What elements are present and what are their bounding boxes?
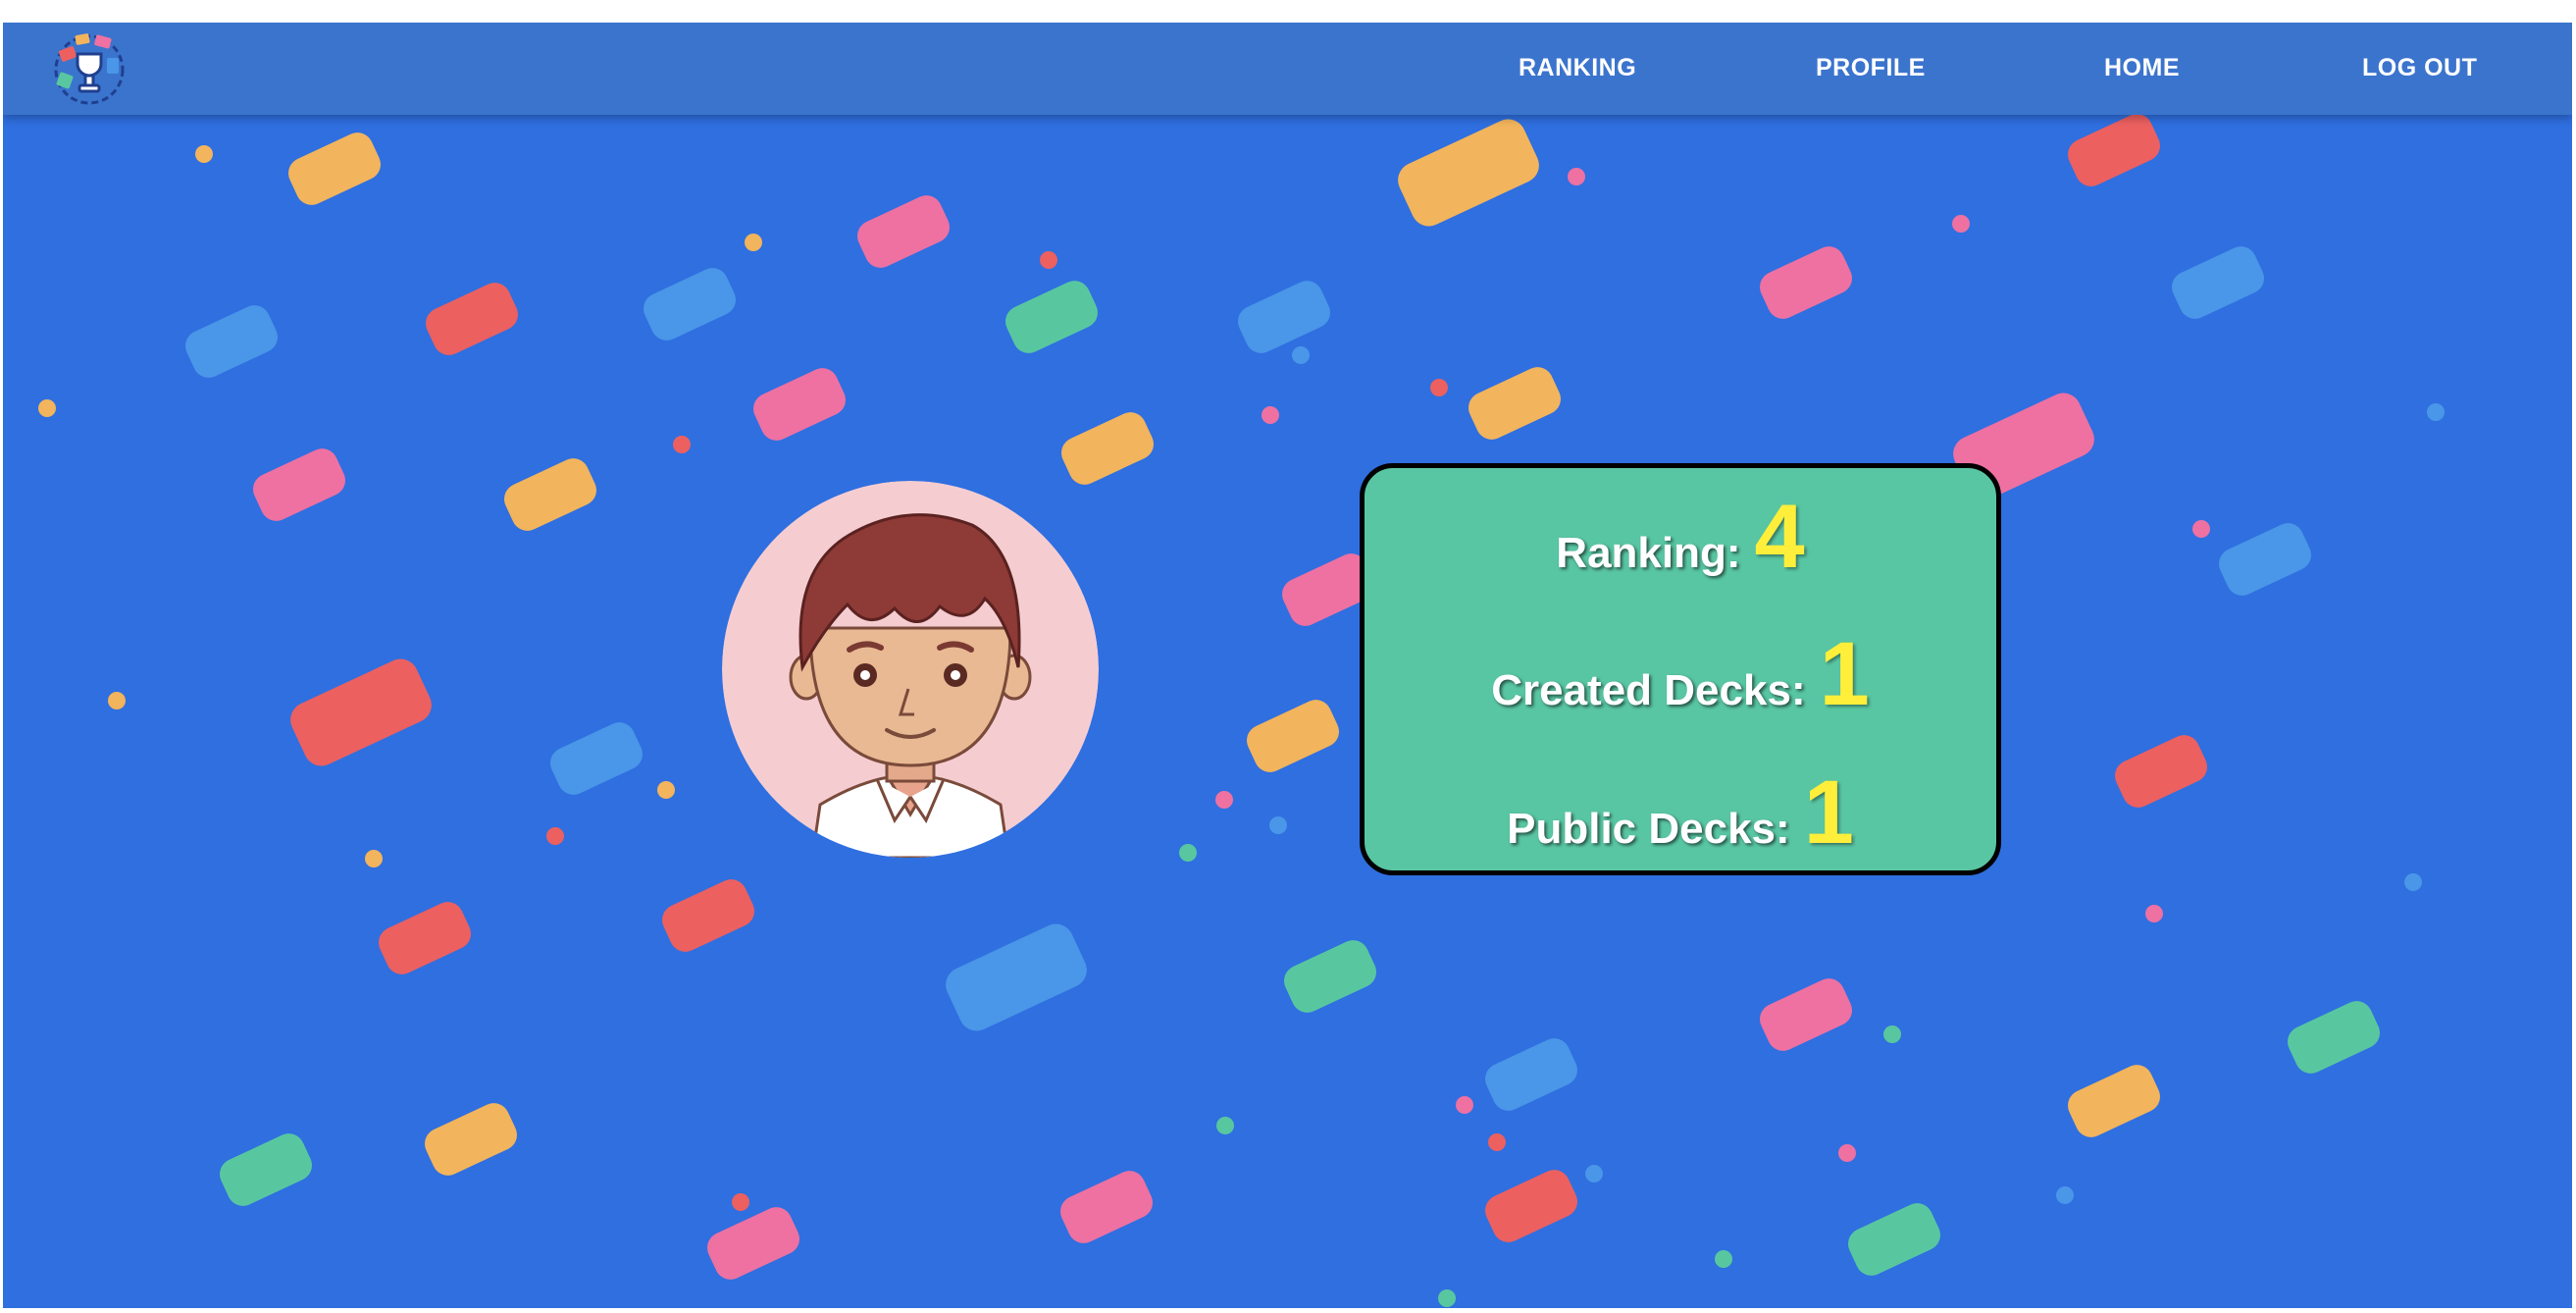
top-navbar: RANKING PROFILE HOME LOG OUT: [3, 23, 2572, 115]
created-decks-label: Created Decks:: [1491, 666, 1806, 714]
page-frame: RANKING PROFILE HOME LOG OUT Ranking: 4 …: [3, 23, 2572, 1308]
public-decks-value: 1: [1803, 762, 1854, 863]
trophy-cards-logo-icon[interactable]: [48, 28, 130, 109]
confetti-background: [38, 114, 2445, 1307]
boy-avatar-icon: [722, 481, 1099, 858]
nav-link-profile[interactable]: PROFILE: [1816, 54, 1926, 82]
nav-link-home[interactable]: HOME: [2104, 54, 2180, 82]
created-decks-stat: Created Decks: 1: [1365, 623, 1996, 726]
ranking-stat: Ranking: 4: [1365, 486, 1996, 589]
profile-stats-card: Ranking: 4 Created Decks: 1 Public Decks: 1: [1360, 463, 2001, 875]
created-decks-value: 1: [1819, 624, 1870, 724]
ranking-value: 4: [1754, 487, 1805, 587]
nav-link-logout[interactable]: LOG OUT: [2362, 54, 2477, 82]
nav-link-ranking[interactable]: RANKING: [1519, 54, 1636, 82]
public-decks-stat: Public Decks: 1: [1365, 762, 1996, 865]
public-decks-label: Public Decks:: [1507, 805, 1790, 853]
ranking-label: Ranking:: [1556, 529, 1741, 577]
